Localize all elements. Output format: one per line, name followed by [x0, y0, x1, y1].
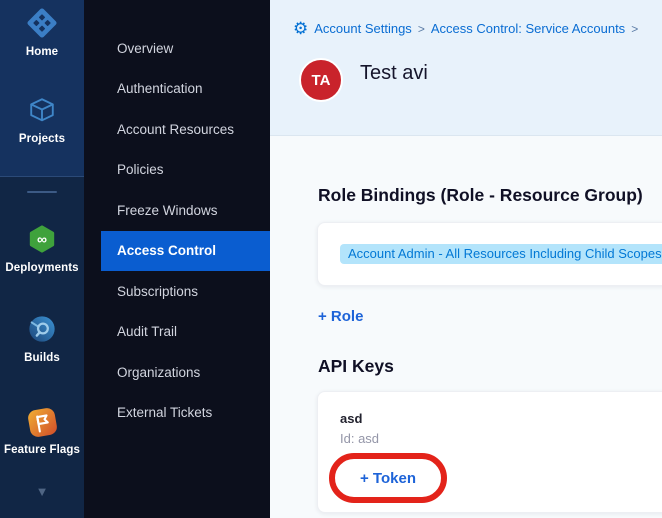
sidebar-item-subscriptions[interactable]: Subscriptions: [84, 271, 270, 312]
module-builds-label: Builds: [0, 352, 84, 364]
sidebar-item-policies[interactable]: Policies: [84, 150, 270, 191]
projects-icon: [27, 95, 57, 127]
sidebar-item-audit-trail[interactable]: Audit Trail: [84, 312, 270, 353]
api-key-name: asd: [340, 411, 362, 426]
add-role-button[interactable]: + Role: [318, 308, 363, 325]
module-feature-flags[interactable]: Feature Flags: [0, 407, 84, 456]
sidebar-item-account-resources[interactable]: Account Resources: [84, 109, 270, 150]
breadcrumb-access-control-service-accounts[interactable]: Access Control: Service Accounts: [431, 21, 625, 36]
avatar: TA: [299, 58, 343, 102]
sidebar-item-organizations[interactable]: Organizations: [84, 352, 270, 393]
page-header: ⚙ Account Settings > Access Control: Ser…: [270, 0, 662, 136]
gear-icon: ⚙: [293, 22, 308, 36]
rail-divider-dash: [27, 191, 57, 193]
sidebar-item-access-control[interactable]: Access Control: [101, 231, 270, 272]
chevron-right-separator: >: [631, 22, 638, 36]
feature-flags-icon: [26, 407, 57, 438]
sidebar-item-external-tickets[interactable]: External Tickets: [84, 393, 270, 434]
home-icon: [27, 8, 57, 40]
module-projects[interactable]: Projects: [0, 95, 84, 145]
api-key-id: Id: asd: [340, 431, 379, 446]
service-account-name: Test avi: [360, 62, 428, 85]
sidebar-item-freeze-windows[interactable]: Freeze Windows: [84, 190, 270, 231]
module-deployments-label: Deployments: [0, 262, 84, 274]
settings-sidebar: Overview Authentication Account Resource…: [84, 0, 270, 518]
module-home-label: Home: [0, 46, 84, 58]
role-binding-tags: Account Admin - All Resources Including …: [318, 223, 662, 264]
main-content: ⚙ Account Settings > Access Control: Ser…: [270, 0, 662, 518]
chevron-right-separator: >: [418, 22, 425, 36]
role-bindings-heading: Role Bindings (Role - Resource Group): [318, 185, 643, 206]
rail-expand-chevron-down-icon[interactable]: ▼: [0, 484, 84, 499]
module-builds[interactable]: Builds: [0, 314, 84, 364]
annotation-circle: + Token: [329, 453, 447, 503]
api-keys-heading: API Keys: [318, 356, 394, 377]
breadcrumb: ⚙ Account Settings > Access Control: Ser…: [293, 21, 638, 36]
module-projects-label: Projects: [0, 133, 84, 145]
breadcrumb-account-settings[interactable]: Account Settings: [314, 21, 412, 36]
module-deployments[interactable]: ∞ Deployments: [0, 224, 84, 274]
deployments-icon: ∞: [27, 224, 57, 256]
app-window: Home Projects ∞ Deployments: [0, 0, 662, 518]
module-rail: Home Projects ∞ Deployments: [0, 0, 84, 518]
svg-text:∞: ∞: [37, 231, 47, 247]
api-key-card: asd Id: asd + Token: [317, 391, 662, 513]
add-token-button[interactable]: + Token: [360, 470, 416, 487]
module-home[interactable]: Home: [0, 8, 84, 58]
builds-icon: [27, 314, 57, 346]
module-feature-flags-label: Feature Flags: [0, 444, 84, 456]
role-bindings-card: Account Admin - All Resources Including …: [317, 222, 662, 286]
role-binding-tag[interactable]: Account Admin - All Resources Including …: [340, 244, 662, 264]
sidebar-item-overview[interactable]: Overview: [84, 28, 270, 69]
sidebar-item-authentication[interactable]: Authentication: [84, 69, 270, 110]
